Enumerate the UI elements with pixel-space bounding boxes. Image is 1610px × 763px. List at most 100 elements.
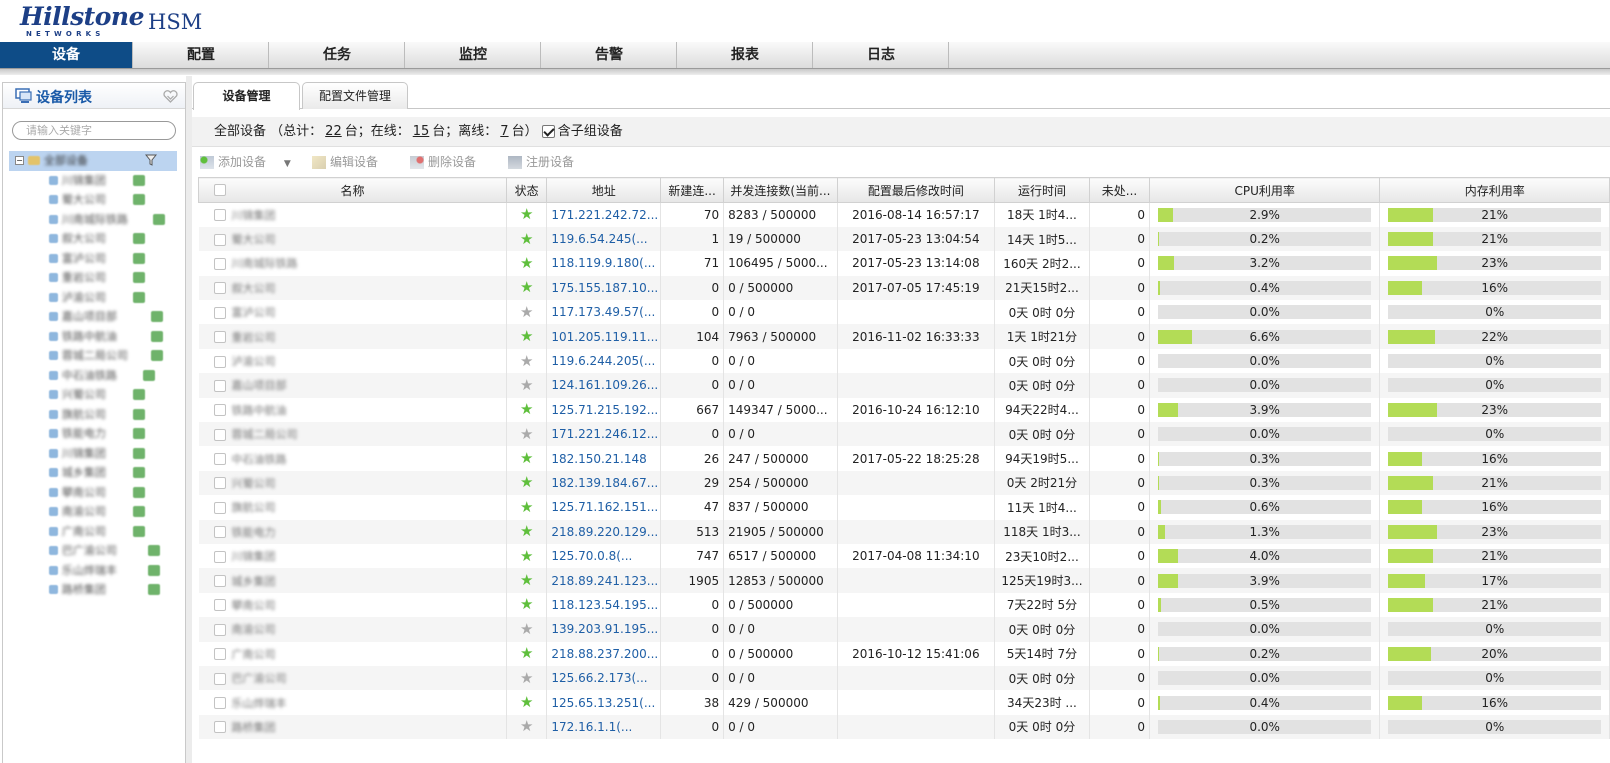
table-row[interactable]: 兴蜀公司 ★ 182.139.184.67... 29 254 / 500000 0天 2… — [198, 470, 1610, 496]
tree-item[interactable]: 路桥集团 — [3, 580, 185, 600]
row-checkbox[interactable] — [213, 501, 226, 514]
column-header-cpu[interactable]: CPU利用率 — [1148, 177, 1381, 203]
device-address-link[interactable]: 125.66.2.173(... — [551, 671, 647, 685]
device-name[interactable]: 重岩公司 — [232, 331, 276, 344]
device-name[interactable]: 巴广渝公司 — [232, 672, 287, 685]
table-row[interactable]: 路桥集团 ★ 172.16.1.1(... 0 0 / 0 0天 0时 0分 0 0.0% 0% — [198, 714, 1610, 740]
table-row[interactable]: 乐山烨瑞丰 ★ 125.65.13.251(... 38 429 / 500000 34天… — [198, 690, 1610, 715]
edit-device-button[interactable]: 编辑设备 — [312, 150, 378, 174]
device-name[interactable]: 泸渝公司 — [232, 355, 276, 368]
row-checkbox[interactable] — [213, 648, 226, 661]
column-header-uptime[interactable]: 运行时间 — [993, 177, 1091, 203]
tree-item[interactable]: 旗航公司 — [3, 405, 185, 425]
row-checkbox[interactable] — [213, 355, 226, 368]
row-checkbox[interactable] — [213, 257, 226, 270]
include-subgroup-checkbox[interactable] — [541, 125, 555, 138]
tree-item[interactable]: 泸渝公司 — [3, 288, 185, 308]
device-address-link[interactable]: 139.203.91.195... — [551, 622, 658, 636]
column-header-unprocessed[interactable]: 未处... — [1089, 177, 1150, 203]
row-checkbox[interactable] — [213, 331, 226, 344]
device-address-link[interactable]: 118.119.9.180(... — [551, 256, 655, 270]
device-address-link[interactable]: 125.71.162.151... — [551, 500, 658, 514]
device-address-link[interactable]: 218.89.241.123... — [551, 574, 658, 588]
row-checkbox[interactable] — [213, 721, 226, 734]
row-checkbox[interactable] — [213, 233, 226, 246]
table-row[interactable]: 叙大公司 ★ 175.155.187.10... 0 0 / 500000 2017-07… — [198, 275, 1610, 301]
device-name[interactable]: 攀南公司 — [232, 599, 276, 612]
device-name[interactable]: 叙大公司 — [232, 282, 276, 295]
tree-item[interactable]: 川南城际铁路 — [3, 210, 185, 230]
device-address-link[interactable]: 119.6.244.205(... — [551, 354, 655, 368]
nav-item-config[interactable]: 配置 — [134, 42, 269, 68]
table-row[interactable]: 铁能电力 ★ 218.89.220.129... 513 21905 / 500000 1… — [198, 519, 1610, 544]
summary-offline[interactable]: 7 — [500, 124, 508, 139]
nav-item-monitor[interactable]: 监控 — [406, 42, 541, 68]
column-header-name[interactable]: 名称 — [197, 177, 508, 203]
row-checkbox[interactable] — [213, 282, 226, 295]
device-name[interactable]: 川锦集团 — [232, 550, 276, 563]
summary-total[interactable]: 22 — [325, 124, 342, 139]
device-search-input[interactable]: 请输入关键字 — [12, 121, 176, 140]
device-address-link[interactable]: 182.150.21.148 — [551, 452, 646, 466]
nav-item-device[interactable]: 设备 — [0, 42, 133, 68]
device-name[interactable]: 蓉城二局公司 — [232, 428, 298, 441]
device-address-link[interactable]: 117.173.49.57(... — [551, 305, 655, 319]
table-row[interactable]: 攀南公司 ★ 118.123.54.195... 0 0 / 500000 7天22时 5… — [198, 592, 1610, 618]
tab-device-management[interactable]: 设备管理 — [193, 82, 300, 110]
panel-splitter[interactable] — [186, 76, 192, 763]
table-row[interactable]: 蓉城二局公司 ★ 171.221.246.12... 0 0 / 0 0天 0时 0分 0 0… — [198, 422, 1610, 447]
table-row[interactable]: 泸渝公司 ★ 119.6.244.205(... 0 0 / 0 0天 0时 0分 0 0.0… — [198, 348, 1610, 374]
nav-item-task[interactable]: 任务 — [270, 42, 405, 68]
nav-item-alarm[interactable]: 告警 — [542, 42, 677, 68]
nav-item-report[interactable]: 报表 — [678, 42, 813, 68]
device-address-link[interactable]: 125.65.13.251(... — [551, 696, 655, 710]
device-name[interactable]: 中石油铁路 — [232, 453, 287, 466]
table-row[interactable]: 嘉山项目部 ★ 124.161.109.26... 0 0 / 0 0天 0时 0分 0 0.… — [198, 373, 1610, 398]
tree-item[interactable]: 嘉山项目部 — [3, 307, 185, 327]
device-address-link[interactable]: 125.70.0.8(... — [551, 549, 632, 563]
device-name[interactable]: 路桥集团 — [232, 721, 276, 734]
row-checkbox[interactable] — [213, 306, 226, 319]
row-checkbox[interactable] — [213, 550, 226, 563]
column-header-status[interactable]: 状态 — [506, 177, 548, 203]
device-address-link[interactable]: 171.221.242.72... — [551, 208, 658, 222]
table-row[interactable]: 巴广渝公司 ★ 125.66.2.173(... 0 0 / 0 0天 0时 0分 0 0.0… — [198, 665, 1610, 691]
row-checkbox[interactable] — [213, 453, 226, 466]
table-row[interactable]: 城乡集团 ★ 218.89.241.123... 1905 12853 / 500000… — [198, 568, 1610, 593]
column-header-concurrent-connections[interactable]: 并发连接数(当前... — [723, 177, 838, 203]
device-address-link[interactable]: 218.88.237.200... — [551, 647, 658, 661]
filter-icon[interactable] — [145, 154, 157, 166]
tree-item[interactable]: 兴蜀公司 — [3, 385, 185, 405]
row-checkbox[interactable] — [213, 379, 226, 392]
table-row[interactable]: 南渝公司 ★ 139.203.91.195... 0 0 / 0 0天 0时 0分 0 0.0… — [198, 617, 1610, 642]
column-header-memory[interactable]: 内存利用率 — [1379, 177, 1610, 203]
device-name[interactable]: 川锦集团 — [232, 209, 276, 222]
register-device-button[interactable]: 注册设备 — [508, 150, 574, 174]
device-name[interactable]: 嘉山项目部 — [232, 379, 287, 392]
tree-root-all-devices[interactable]: − 全部设备 — [9, 151, 177, 171]
device-address-link[interactable]: 118.123.54.195... — [551, 598, 658, 612]
table-row[interactable]: 川南城际铁路 ★ 118.119.9.180(... 71 106495 / 5000.… — [198, 251, 1610, 276]
row-checkbox[interactable] — [213, 623, 226, 636]
device-address-link[interactable]: 119.6.54.245(... — [551, 232, 647, 246]
row-checkbox[interactable] — [213, 404, 226, 417]
row-checkbox[interactable] — [213, 672, 226, 685]
collapse-heart-icon[interactable] — [163, 90, 178, 103]
device-name[interactable]: 南渝公司 — [232, 623, 276, 636]
add-dropdown-icon[interactable]: ▼ — [284, 159, 291, 169]
tree-item[interactable]: 城乡集团 — [3, 463, 185, 483]
table-row[interactable]: 旗航公司 ★ 125.71.162.151... 47 837 / 500000 11天 … — [198, 495, 1610, 520]
tree-item[interactable]: 川锦集团 — [3, 171, 185, 191]
tree-item[interactable]: 蓉城二局公司 — [3, 346, 185, 366]
device-address-link[interactable]: 175.155.187.10... — [551, 281, 658, 295]
device-address-link[interactable]: 101.205.119.11... — [551, 330, 658, 344]
row-checkbox[interactable] — [213, 599, 226, 612]
device-name[interactable]: 蜀大公司 — [232, 233, 276, 246]
table-row[interactable]: 蜀大公司 ★ 119.6.54.245(... 1 19 / 500000 2017-05… — [198, 226, 1610, 252]
table-row[interactable]: 中石油铁路 ★ 182.150.21.148 26 247 / 500000 2017-0… — [198, 446, 1610, 471]
tree-item[interactable]: 攀南公司 — [3, 483, 185, 503]
column-header-address[interactable]: 地址 — [546, 177, 662, 203]
tree-item[interactable]: 铁能电力 — [3, 424, 185, 444]
add-device-button[interactable]: 添加设备 ▼ — [200, 150, 291, 176]
tree-item[interactable]: 南渝公司 — [3, 502, 185, 522]
